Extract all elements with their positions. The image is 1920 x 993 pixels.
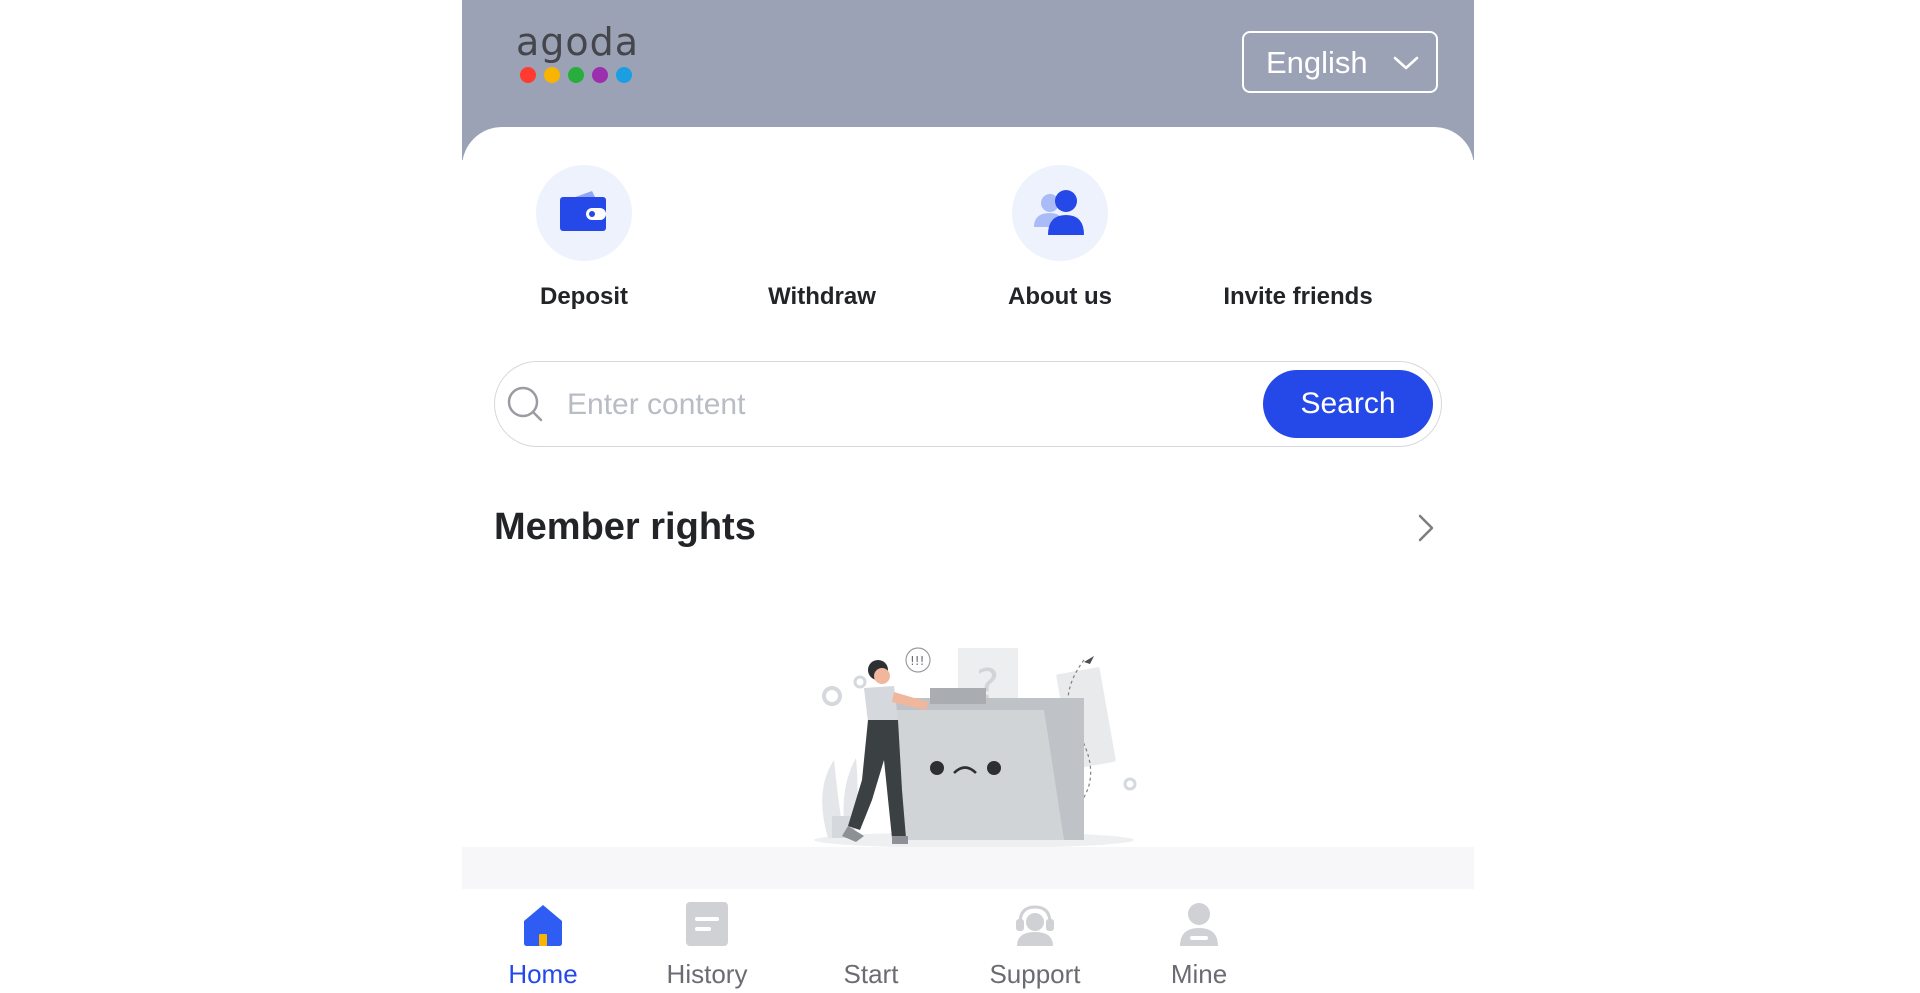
document-icon [686, 902, 728, 946]
svg-text:!!!: !!! [910, 654, 924, 668]
search-icon [507, 386, 543, 422]
bottom-tab-bar: Home History Start Support Mine [462, 889, 1474, 993]
member-rights-title: Member rights [494, 506, 756, 548]
logo-dot-blue [616, 67, 632, 83]
quick-action-about-us[interactable]: About us [960, 165, 1160, 325]
wallet-icon [560, 191, 606, 231]
bottom-strip [462, 847, 1474, 889]
quick-action-withdraw[interactable]: Withdraw [722, 165, 922, 325]
quick-action-label: About us [1008, 283, 1112, 310]
quick-action-label: Invite friends [1223, 283, 1373, 310]
chevron-down-icon [1393, 56, 1419, 70]
logo-wordmark: agoda [516, 20, 640, 64]
logo-dot-red [520, 67, 536, 83]
language-select[interactable]: English [1242, 31, 1438, 93]
language-label: English [1266, 45, 1368, 80]
search-button[interactable]: Search [1263, 370, 1433, 438]
agoda-logo: agoda [516, 22, 646, 90]
logo-dot-green [568, 67, 584, 83]
home-icon [524, 905, 562, 946]
logo-dots [520, 67, 632, 83]
quick-action-label: Withdraw [768, 283, 876, 310]
logo-dot-yellow [544, 67, 560, 83]
user-icon [1180, 903, 1218, 946]
headset-icon [1016, 905, 1054, 946]
search-input[interactable] [565, 382, 1189, 428]
about-us-icon-circle [1012, 165, 1108, 261]
empty-state-illustration: ? !!! [814, 647, 1137, 848]
people-icon [1034, 190, 1084, 235]
quick-action-invite-friends[interactable]: Invite friends [1198, 165, 1398, 325]
tab-mine[interactable]: Mine [1098, 889, 1300, 993]
tab-label: Mine [1170, 959, 1228, 989]
quick-action-deposit[interactable]: Deposit [484, 165, 684, 325]
chevron-right-icon[interactable] [1414, 510, 1438, 546]
logo-dot-purple [592, 67, 608, 83]
search-bar: Search [494, 361, 1442, 447]
quick-action-label: Deposit [539, 283, 628, 310]
app-screen: agoda English Deposit Withdraw About us … [462, 0, 1474, 993]
deposit-icon-circle [536, 165, 632, 261]
